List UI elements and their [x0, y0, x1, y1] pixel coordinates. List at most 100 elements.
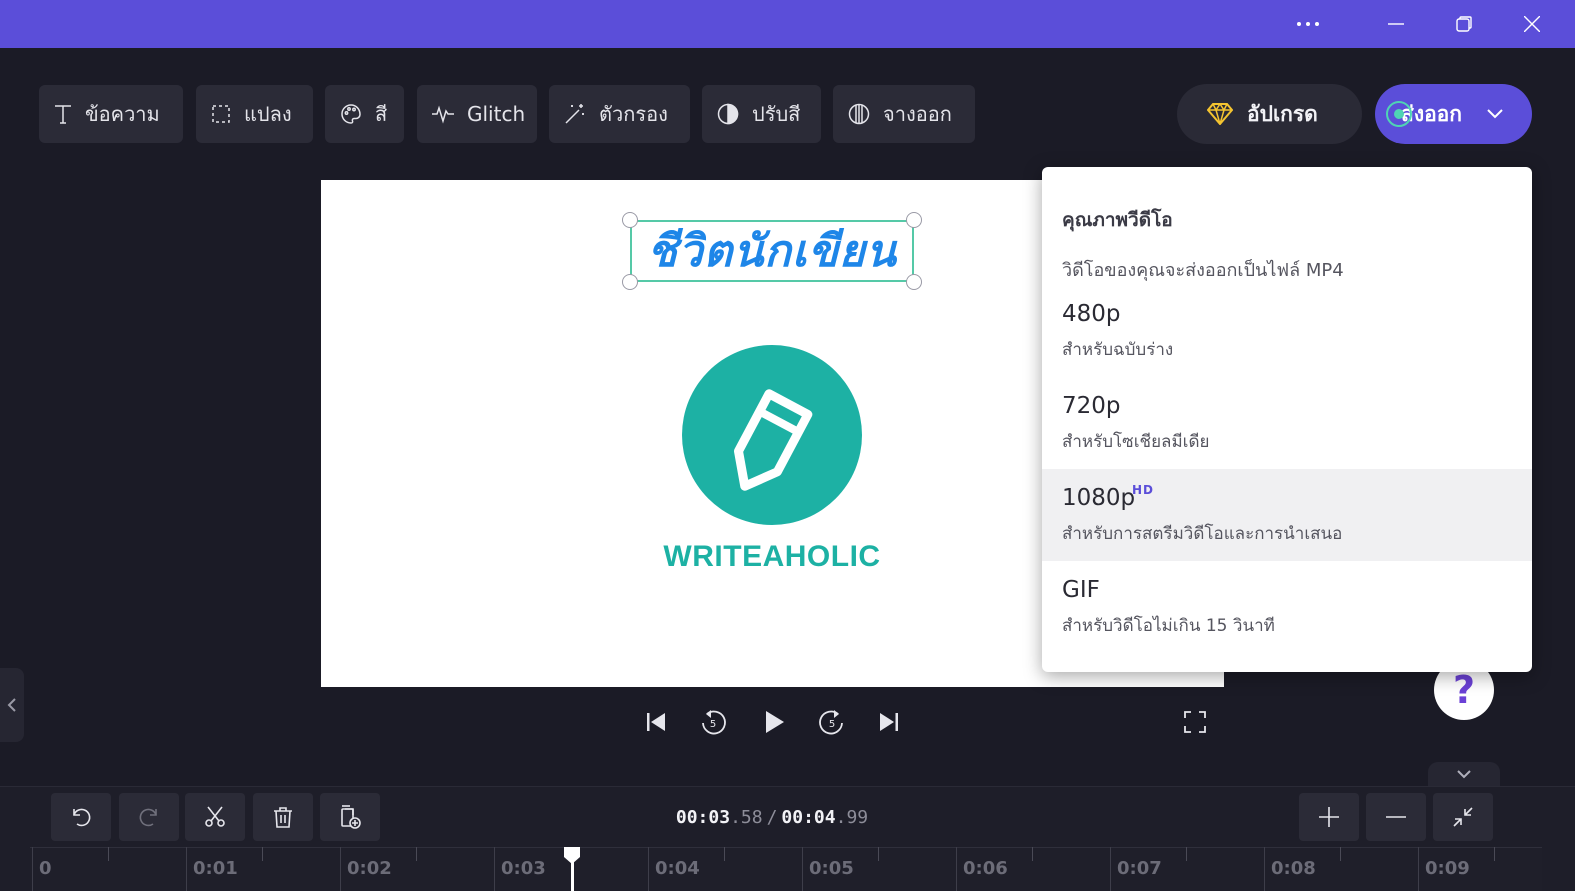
duplicate-button[interactable]	[320, 793, 380, 841]
ruler-tick	[1264, 847, 1265, 891]
ruler-label: 0:08	[1271, 858, 1316, 879]
forward-5-icon[interactable]: 5	[812, 702, 852, 742]
option-title: 1080p	[1062, 485, 1136, 511]
current-time-frac: .58	[730, 806, 763, 828]
ruler-tick	[802, 847, 803, 891]
quality-option-720p[interactable]: 720p สำหรับโซเชียลมีเดีย	[1042, 377, 1532, 469]
upgrade-button[interactable]: อัปเกรด	[1177, 84, 1362, 144]
tool-glitch[interactable]: Glitch	[417, 85, 537, 143]
ruler-label: 0:05	[809, 858, 854, 879]
restore-icon[interactable]	[1430, 0, 1498, 48]
timecode: 00:03.58 / 00:04.99	[660, 803, 884, 831]
cursor-indicator	[1386, 101, 1412, 127]
fullscreen-icon[interactable]	[1175, 702, 1215, 742]
glitch-icon	[432, 105, 454, 124]
resize-handle[interactable]	[622, 212, 638, 228]
redo-icon	[139, 808, 157, 827]
tool-label: สี	[375, 102, 388, 126]
option-title: 720p	[1062, 393, 1121, 419]
resize-handle[interactable]	[906, 274, 922, 290]
title-text: ชีวิตนักเขียน	[647, 226, 897, 277]
menu-heading: คุณภาพวีดีโอ	[1062, 209, 1173, 231]
total-time-frac: .99	[835, 806, 869, 828]
transform-icon	[212, 105, 230, 123]
zoom-to-fit-button[interactable]	[1433, 793, 1493, 841]
minimize-icon[interactable]	[1362, 0, 1430, 48]
option-description: สำหรับฉบับร่าง	[1062, 340, 1174, 360]
fade-icon	[848, 103, 870, 125]
delete-button[interactable]	[253, 793, 313, 841]
tool-label: ปรับสี	[752, 102, 801, 126]
title-bar	[0, 0, 1575, 48]
fit-icon	[1453, 807, 1473, 827]
ruler-label: 0:04	[655, 858, 700, 879]
tool-transform[interactable]: แปลง	[196, 85, 313, 143]
tool-label: แปลง	[244, 102, 292, 126]
zoom-in-icon	[1319, 807, 1339, 827]
upgrade-label: อัปเกรด	[1247, 101, 1318, 126]
ruler-tick	[648, 847, 649, 891]
ruler-label: 0:01	[193, 858, 238, 879]
menu-subtitle: วิดีโอของคุณจะส่งออกเป็นไฟล์ MP4	[1062, 260, 1344, 281]
option-title: 480p	[1062, 301, 1121, 327]
ruler-tick	[878, 847, 879, 861]
quality-option-480p[interactable]: 480p สำหรับฉบับร่าง	[1042, 285, 1532, 377]
ruler-tick	[1494, 847, 1495, 861]
magic-wand-icon	[565, 104, 584, 124]
option-description: สำหรับการสตรีมวิดีโอและการนำเสนอ	[1062, 524, 1343, 544]
export-quality-menu: คุณภาพวีดีโอ วิดีโอของคุณจะส่งออกเป็นไฟล…	[1042, 167, 1532, 672]
tool-label: ข้อความ	[85, 102, 160, 126]
resize-handle[interactable]	[622, 274, 638, 290]
logo-text: WRITEAHOLIC	[663, 540, 881, 573]
tool-label: ตัวกรอง	[599, 102, 668, 126]
redo-button[interactable]	[119, 793, 179, 841]
trash-icon	[274, 807, 292, 828]
quality-option-gif[interactable]: GIF สำหรับวิดีโอไม่เกิน 15 วินาที	[1042, 561, 1532, 653]
option-description: สำหรับโซเชียลมีเดีย	[1062, 432, 1210, 452]
tool-adjust-colors[interactable]: ปรับสี	[702, 85, 821, 143]
tool-text[interactable]: ข้อความ	[39, 85, 183, 143]
ruler-tick	[494, 847, 495, 891]
chevron-down-icon	[1487, 109, 1503, 119]
text-overlay[interactable]: ชีวิตนักเขียน	[630, 220, 914, 282]
resize-handle[interactable]	[906, 212, 922, 228]
tool-color[interactable]: สี	[325, 85, 404, 143]
logo-circle	[682, 345, 862, 525]
skip-to-start-icon[interactable]	[636, 702, 676, 742]
play-icon[interactable]	[754, 702, 794, 742]
undo-button[interactable]	[51, 793, 111, 841]
tool-fade[interactable]: จางออก	[833, 85, 975, 143]
scissors-icon	[205, 806, 225, 827]
zoom-out-button[interactable]	[1366, 793, 1426, 841]
tool-label: Glitch	[467, 102, 526, 126]
svg-text:5: 5	[710, 719, 716, 730]
sidebar-toggle[interactable]	[0, 668, 24, 742]
collapse-timeline-button[interactable]	[1428, 762, 1500, 786]
ellipsis-icon[interactable]	[1274, 0, 1342, 48]
option-description: สำหรับวิดีโอไม่เกิน 15 วินาที	[1062, 616, 1275, 636]
ruler-label: 0:09	[1425, 858, 1470, 879]
ruler-tick	[956, 847, 957, 891]
zoom-in-button[interactable]	[1299, 793, 1359, 841]
close-icon[interactable]	[1498, 0, 1566, 48]
current-time: 00:03	[675, 806, 731, 828]
ruler-label: 0	[39, 858, 52, 879]
ruler-label: 0:02	[347, 858, 392, 879]
tool-filters[interactable]: ตัวกรอง	[549, 85, 690, 143]
chevron-left-icon	[7, 698, 16, 712]
quality-option-1080p[interactable]: 1080p HD สำหรับการสตรีมวิดีโอและการนำเสน…	[1042, 469, 1532, 561]
ruler-label: 0:07	[1117, 858, 1162, 879]
export-button[interactable]: ส่งออก	[1375, 84, 1532, 144]
playhead-handle[interactable]	[562, 845, 582, 865]
skip-to-end-icon[interactable]	[869, 702, 909, 742]
split-button[interactable]	[185, 793, 245, 841]
ruler-tick	[108, 847, 109, 861]
chevron-down-icon	[1457, 769, 1471, 778]
undo-icon	[73, 808, 91, 827]
pencil-icon	[733, 389, 813, 491]
ruler-tick	[724, 847, 725, 861]
ruler-tick	[1032, 847, 1033, 861]
ruler-tick	[1418, 847, 1419, 891]
rewind-5-icon[interactable]: 5	[693, 702, 733, 742]
ruler-tick	[1340, 847, 1341, 861]
